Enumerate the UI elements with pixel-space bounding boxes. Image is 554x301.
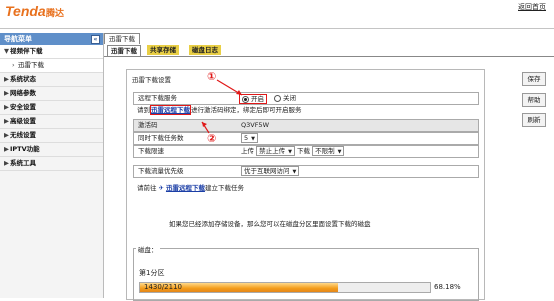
brand-logo: Tenda (5, 3, 46, 19)
sidebar-item-wireless[interactable]: ▶无线设置 (0, 129, 103, 143)
xunlei-remote-link[interactable]: 迅雷远程下载 (150, 105, 191, 115)
radio-off-icon (274, 94, 281, 102)
chevron-down-icon: ▼ (337, 149, 342, 155)
tasks-select[interactable]: 5 ▼ (241, 133, 258, 143)
sidebar-item-video-download[interactable]: ▼视频伴下载 (0, 45, 103, 59)
top-bar: Tenda 腾达 返回首页 (0, 0, 554, 29)
disk-usage-bar: 1430/2110 (139, 282, 431, 293)
tasks-row: 同时下载任务数 5 ▼ (133, 132, 479, 145)
save-button[interactable]: 保存 (522, 72, 546, 86)
sidebar-item-network[interactable]: ▶网络参数 (0, 87, 103, 101)
chevron-down-icon: ▼ (251, 136, 255, 142)
speed-row: 下载限速 上传 禁止上传 ▼ 下载 不限制 ▼ (133, 145, 479, 158)
remote-service-row: 远程下载服务 开启 关闭 (133, 92, 479, 105)
bind-hint-row: 请到迅雷远程下载进行激活码绑定，绑定后即可开启服务 (137, 105, 302, 115)
page-tab[interactable]: 迅雷下载 (104, 33, 140, 44)
storage-note: 如果您已经添加存储设备，那么您可以在磁盘分区里面设置下载的磁盘 (169, 220, 371, 228)
remote-service-label: 远程下载服务 (138, 94, 177, 102)
disk-title: 磁盘： (136, 244, 160, 254)
help-button[interactable]: 帮助 (522, 93, 546, 107)
refresh-button[interactable]: 刷新 (522, 113, 546, 127)
activation-label: 激活码 (138, 121, 158, 129)
goto-row: 请前往 ✈ 迅雷远程下载建立下载任务 (137, 184, 244, 192)
sidebar-item-status[interactable]: ▶系统状态 (0, 73, 103, 87)
chevron-down-icon: ▼ (292, 169, 297, 175)
main-content: 迅雷下载 迅雷下载 共享存储 磁盘日志 迅雷下载设置 远程下载服务 开启 关闭 … (104, 33, 554, 301)
tasks-label: 同时下载任务数 (138, 134, 184, 142)
sidebar-item-xunlei[interactable]: › 迅雷下载 (0, 59, 103, 73)
sidebar-title: 导航菜单 « (0, 33, 103, 45)
speed-label: 下载限速 (138, 147, 164, 155)
activation-code: Q3VF5W (241, 121, 269, 129)
sidebar-item-iptv[interactable]: ▶IPTV功能 (0, 143, 103, 157)
tab-bar: 迅雷下载 共享存储 磁盘日志 (104, 44, 554, 57)
annotation-arrow-1 (216, 79, 243, 96)
home-link[interactable]: 返回首页 (518, 2, 546, 12)
xunlei-goto-link[interactable]: 迅雷远程下载 (166, 184, 205, 192)
priority-row: 下载流量优先级 优于互联网访问 ▼ (133, 165, 479, 178)
disk-box: 磁盘： 第1分区 1430/2110 68.18% (133, 244, 479, 301)
partition-label: 第1分区 (139, 269, 165, 277)
sidebar: 导航菜单 « ▼视频伴下载 › 迅雷下载 ▶系统状态 ▶网络参数 ▶安全设置 ▶高… (0, 33, 104, 298)
sidebar-item-security[interactable]: ▶安全设置 (0, 101, 103, 115)
disk-percent: 68.18% (434, 283, 461, 291)
upload-limit-select[interactable]: 禁止上传 ▼ (256, 146, 295, 156)
activation-row: 激活码 Q3VF5W (133, 119, 479, 132)
tab-xunlei[interactable]: 迅雷下载 (107, 45, 141, 56)
sidebar-item-advanced[interactable]: ▶高级设置 (0, 115, 103, 129)
tab-disk-log[interactable]: 磁盘日志 (189, 45, 221, 55)
annotation-arrow-2 (201, 121, 210, 134)
panel-title: 迅雷下载设置 (132, 76, 171, 84)
sidebar-item-tools[interactable]: ▶系统工具 (0, 157, 103, 171)
download-limit-select[interactable]: 不限制 ▼ (312, 146, 345, 156)
brand-logo-cn: 腾达 (46, 9, 65, 19)
radio-off[interactable]: 关闭 (274, 93, 296, 104)
collapse-icon[interactable]: « (91, 35, 100, 44)
tab-shared-storage[interactable]: 共享存储 (147, 45, 179, 55)
chevron-down-icon: ▼ (288, 149, 292, 155)
priority-label: 下载流量优先级 (138, 167, 184, 175)
settings-panel: 迅雷下载设置 远程下载服务 开启 关闭 请到迅雷远程下载进行激活码绑定，绑定后即… (126, 69, 485, 301)
disk-usage-text: 1430/2110 (144, 283, 182, 291)
priority-select[interactable]: 优于互联网访问 ▼ (241, 166, 300, 176)
thunder-bird-icon: ✈ (158, 184, 164, 192)
